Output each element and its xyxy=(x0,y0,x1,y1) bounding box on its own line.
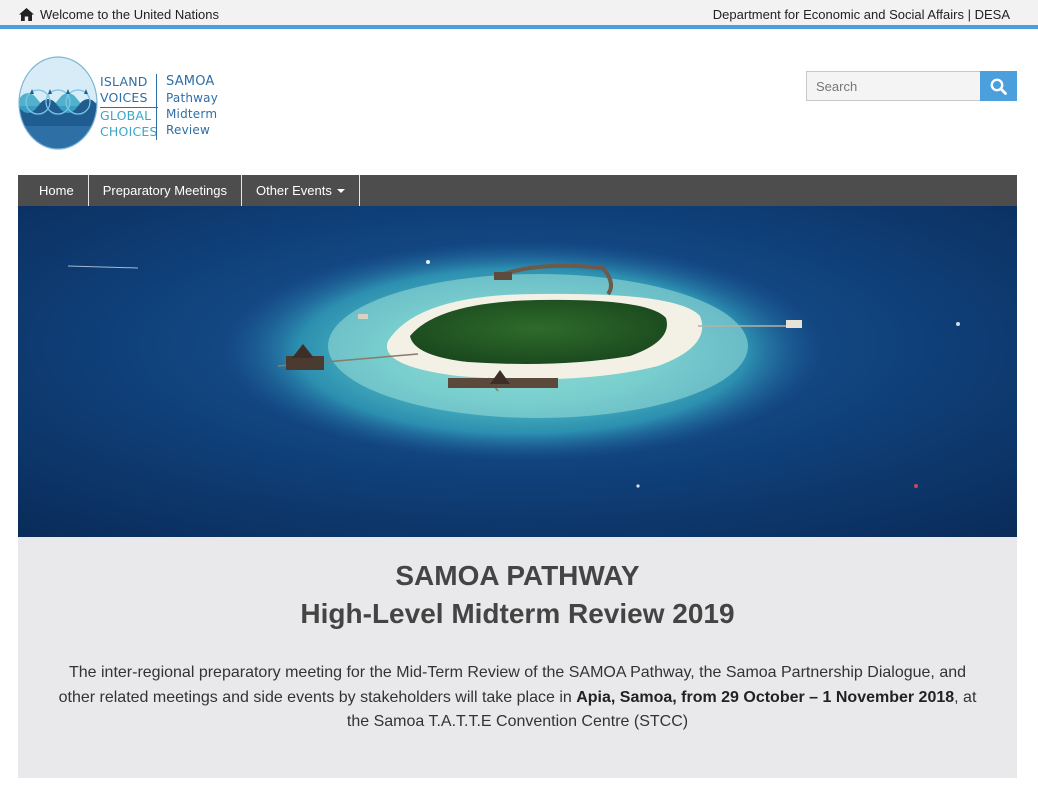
welcome-text: Welcome to the United Nations xyxy=(40,6,219,22)
hero-image xyxy=(18,206,1017,537)
welcome-link[interactable]: Welcome to the United Nations xyxy=(19,5,219,23)
logo-text-pathway: Pathway xyxy=(166,91,219,105)
intro-section: SAMOA PATHWAY High-Level Midterm Review … xyxy=(18,537,1017,778)
title-line-1: SAMOA PATHWAY xyxy=(395,560,640,591)
nav-other-events-label: Other Events xyxy=(255,183,332,198)
logo-text-choices: CHOICES xyxy=(100,124,158,139)
nav-home-label: Home xyxy=(39,183,74,198)
title-line-2: High-Level Midterm Review 2019 xyxy=(300,598,735,629)
department-link[interactable]: Department for Economic and Social Affai… xyxy=(713,5,1010,23)
main-nav: Home Preparatory Meetings Other Events xyxy=(18,175,1017,206)
search-icon xyxy=(990,78,1007,95)
logo-text-global: GLOBAL xyxy=(100,108,152,123)
logo-text-island: ISLAND xyxy=(100,74,148,89)
search-box xyxy=(806,71,1017,101)
logo-emblem-icon xyxy=(18,56,98,150)
intro-text-bold: Apia, Samoa, from 29 October – 1 Novembe… xyxy=(576,688,955,706)
logo-text-samoa: SAMOA xyxy=(166,74,215,89)
search-button[interactable] xyxy=(980,71,1017,101)
logo-text-review: Review xyxy=(166,123,211,137)
site-logo[interactable]: ISLAND VOICES GLOBAL CHOICES SAMOA Pathw… xyxy=(18,56,218,152)
nav-preparatory-label: Preparatory Meetings xyxy=(102,183,227,198)
logo-text-voices: VOICES xyxy=(100,90,148,105)
intro-paragraph: The inter-regional preparatory meeting f… xyxy=(56,661,979,735)
search-input[interactable] xyxy=(806,71,980,101)
top-bar: Welcome to the United Nations Department… xyxy=(0,0,1038,29)
logo-text-midterm: Midterm xyxy=(166,107,218,121)
caret-down-icon xyxy=(336,188,345,193)
home-icon xyxy=(19,7,34,21)
page-title: SAMOA PATHWAY High-Level Midterm Review … xyxy=(18,557,1017,633)
nav-home[interactable]: Home xyxy=(18,175,89,206)
nav-other-events-dropdown[interactable]: Other Events xyxy=(242,175,360,206)
nav-preparatory-meetings[interactable]: Preparatory Meetings xyxy=(89,175,242,206)
